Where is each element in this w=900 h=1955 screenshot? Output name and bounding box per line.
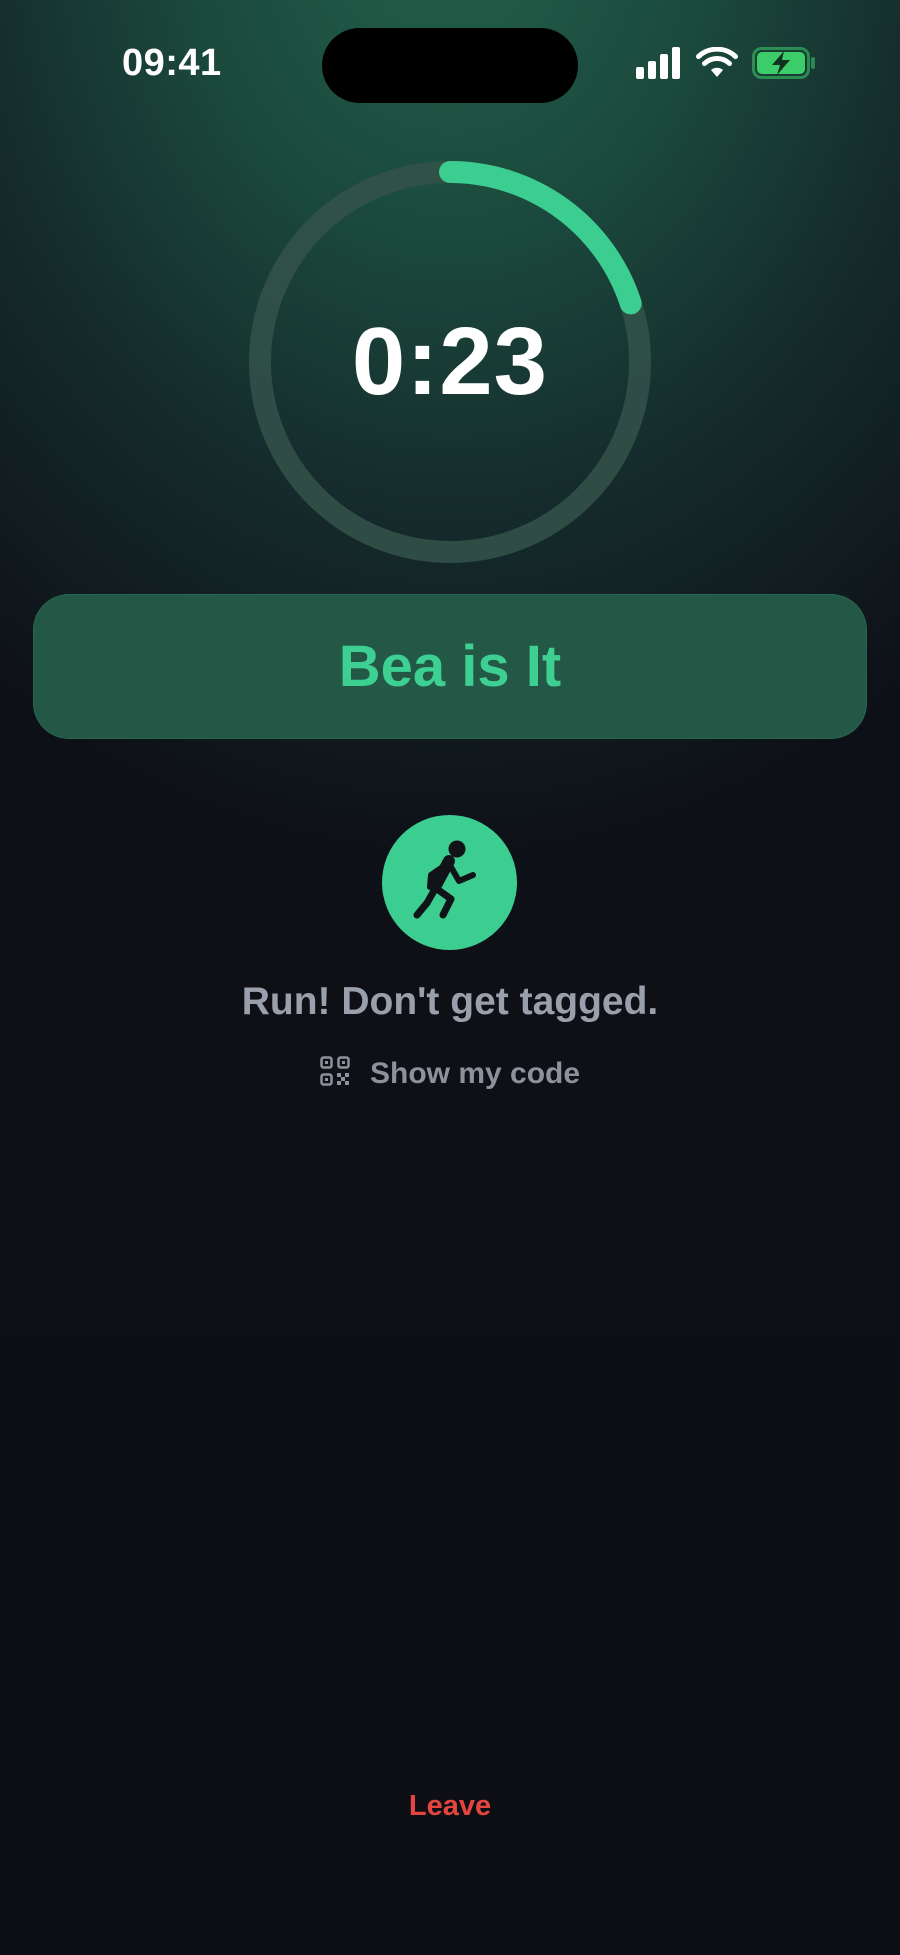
battery-charging-icon xyxy=(752,47,816,84)
it-banner-text: Bea is It xyxy=(338,634,562,699)
timer-display: 0:23 xyxy=(351,308,549,415)
status-time: 09:41 xyxy=(122,42,222,84)
show-code-button[interactable]: Show my code xyxy=(320,1056,580,1091)
game-screen: 09:41 0:23 Bea is It Run! Don't get tagg… xyxy=(0,0,900,1955)
it-banner: Bea is It xyxy=(33,594,867,739)
leave-button[interactable]: Leave xyxy=(350,1790,550,1823)
instruction-text: Run! Don't get tagged. xyxy=(241,980,659,1023)
dynamic-island xyxy=(322,28,578,103)
status-icons xyxy=(636,46,816,84)
runner-badge xyxy=(382,815,517,950)
show-code-label: Show my code xyxy=(370,1056,581,1090)
cellular-signal-icon xyxy=(636,47,682,84)
running-person-icon xyxy=(413,839,487,926)
wifi-icon xyxy=(696,46,738,84)
qr-code-icon xyxy=(320,1056,350,1091)
